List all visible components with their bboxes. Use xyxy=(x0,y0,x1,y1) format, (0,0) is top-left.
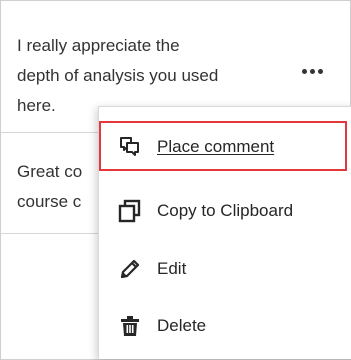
comment-context-menu: Place comment Copy to Clipboard Edit Del… xyxy=(98,106,351,359)
place-comment-label: Place comment xyxy=(157,137,275,156)
delete-menu-item[interactable]: Delete xyxy=(99,300,349,352)
more-horizontal-icon xyxy=(301,68,323,74)
place-comment-menu-item[interactable]: Place comment xyxy=(99,121,349,173)
trash-icon xyxy=(117,313,143,339)
copy-to-clipboard-label: Copy to Clipboard xyxy=(157,201,294,220)
pencil-icon xyxy=(117,256,143,282)
more-options-button[interactable] xyxy=(297,59,327,83)
copy-to-clipboard-menu-item[interactable]: Copy to Clipboard xyxy=(99,185,349,237)
edit-label: Edit xyxy=(157,259,187,278)
edit-menu-item[interactable]: Edit xyxy=(99,243,349,295)
delete-label: Delete xyxy=(157,316,207,335)
comment-icon xyxy=(117,134,143,160)
copy-icon xyxy=(117,198,143,224)
